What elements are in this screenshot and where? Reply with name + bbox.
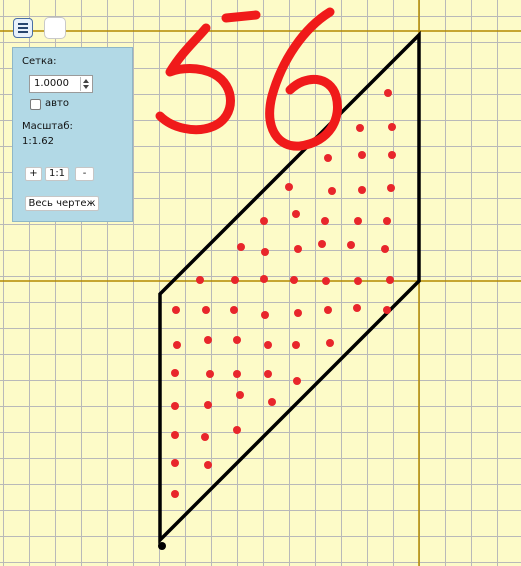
- red-dot: [358, 151, 366, 159]
- auto-checkbox[interactable]: [30, 99, 41, 110]
- red-dot: [264, 341, 272, 349]
- red-dot: [236, 391, 244, 399]
- red-dot: [204, 336, 212, 344]
- zoom-reset-button[interactable]: 1:1: [45, 167, 69, 181]
- handwriting-five-body: [155, 23, 235, 135]
- red-dot: [354, 277, 362, 285]
- red-dot: [387, 184, 395, 192]
- red-dot: [324, 306, 332, 314]
- red-dot: [381, 245, 389, 253]
- red-dot: [204, 401, 212, 409]
- dots-group: [171, 89, 396, 498]
- red-dot: [292, 341, 300, 349]
- red-dot: [293, 377, 301, 385]
- menu-button[interactable]: [13, 18, 33, 38]
- grid-step-stepper[interactable]: 1.0000: [29, 75, 93, 93]
- red-dot: [171, 459, 179, 467]
- red-dot: [261, 311, 269, 319]
- red-dot: [233, 426, 241, 434]
- stepper-arrows[interactable]: [80, 77, 91, 91]
- red-dot: [384, 89, 392, 97]
- grid-label: Сетка:: [22, 56, 57, 67]
- vertex-point: [158, 542, 166, 550]
- red-dot: [290, 276, 298, 284]
- red-dot: [260, 217, 268, 225]
- red-dot: [171, 369, 179, 377]
- red-dot: [268, 398, 276, 406]
- red-dot: [294, 309, 302, 317]
- red-dot: [386, 276, 394, 284]
- red-dot: [322, 277, 330, 285]
- red-dot: [206, 370, 214, 378]
- red-dot: [171, 490, 179, 498]
- red-dot: [230, 306, 238, 314]
- red-dot: [347, 241, 355, 249]
- red-dot: [292, 210, 300, 218]
- red-dot: [201, 433, 209, 441]
- red-dot: [383, 306, 391, 314]
- red-dot: [233, 336, 241, 344]
- parallelogram-shape: [158, 30, 421, 545]
- grid-step-value[interactable]: 1.0000: [34, 78, 69, 89]
- red-dot: [196, 276, 204, 284]
- zoom-out-button[interactable]: -: [75, 167, 94, 181]
- scale-label: Масштаб:: [22, 121, 73, 132]
- red-dot: [388, 123, 396, 131]
- red-dot: [237, 243, 245, 251]
- red-dot: [260, 275, 268, 283]
- red-dot: [264, 370, 272, 378]
- red-dot: [171, 431, 179, 439]
- settings-panel: Сетка: 1.0000 авто Масштаб: 1:1.62 + 1:1…: [12, 47, 133, 222]
- handwriting-five-top: [221, 10, 261, 23]
- red-dot: [383, 217, 391, 225]
- red-dot: [294, 245, 302, 253]
- stepper-up-icon[interactable]: [83, 79, 89, 83]
- handwritten-number: [155, 7, 342, 151]
- zoom-in-button[interactable]: +: [25, 167, 42, 181]
- red-dot: [285, 183, 293, 191]
- red-dot: [324, 154, 332, 162]
- red-dot: [231, 276, 239, 284]
- stepper-down-icon[interactable]: [83, 85, 89, 89]
- red-dot: [171, 402, 179, 410]
- auto-label: авто: [45, 98, 69, 109]
- fit-all-button[interactable]: Весь чертеж: [25, 196, 99, 211]
- red-dot: [173, 341, 181, 349]
- red-dot: [202, 306, 210, 314]
- hamburger-bar: [18, 27, 28, 29]
- red-dot: [172, 306, 180, 314]
- red-dot: [261, 248, 269, 256]
- red-dot: [318, 240, 326, 248]
- red-dot: [353, 304, 361, 312]
- handwriting-six: [265, 7, 342, 151]
- red-dot: [321, 217, 329, 225]
- scale-value: 1:1.62: [22, 136, 54, 147]
- red-dot: [388, 151, 396, 159]
- blank-tool-button[interactable]: [44, 17, 66, 39]
- hamburger-menu-icon: [18, 23, 28, 25]
- red-dot: [354, 217, 362, 225]
- red-dot: [233, 370, 241, 378]
- red-dot: [358, 186, 366, 194]
- red-dot: [328, 187, 336, 195]
- red-dot: [326, 339, 334, 347]
- hamburger-bar: [18, 31, 28, 33]
- red-dot: [356, 124, 364, 132]
- red-dot: [204, 461, 212, 469]
